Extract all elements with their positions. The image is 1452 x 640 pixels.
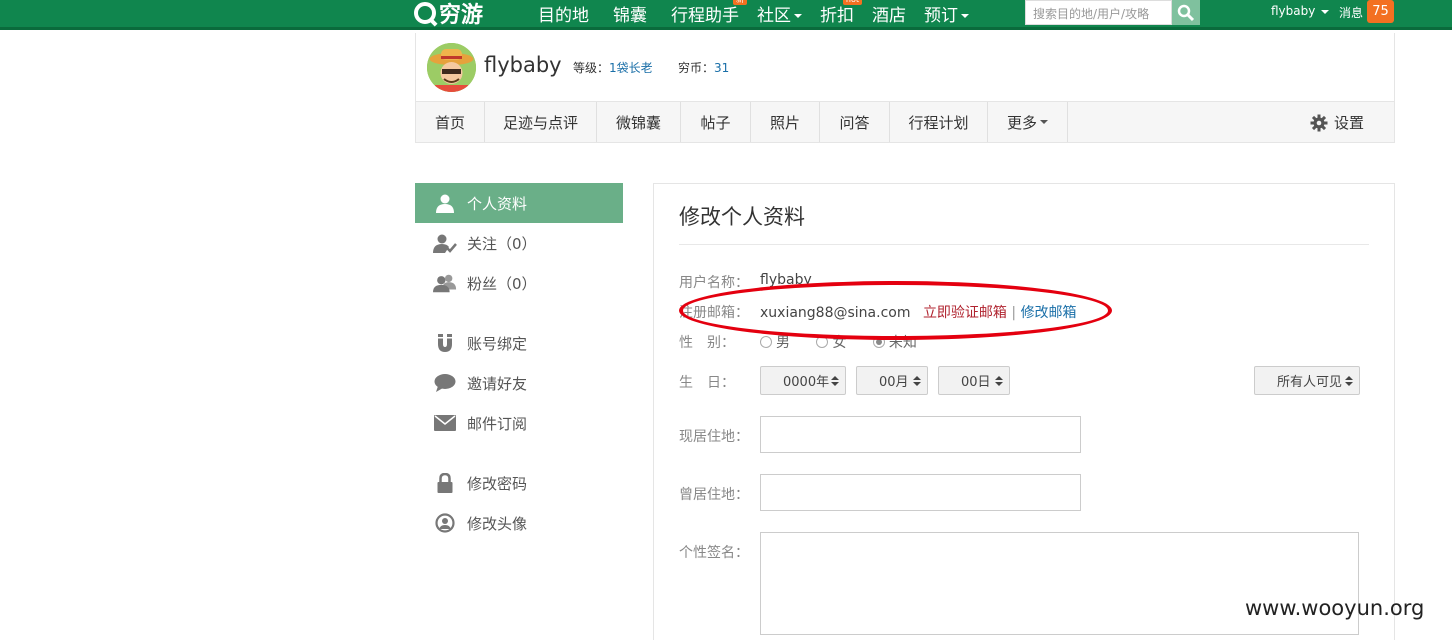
magnet-icon xyxy=(433,331,457,355)
chevron-down-icon xyxy=(961,13,969,18)
sidebar-item-change-avatar[interactable]: 修改头像 xyxy=(415,503,623,543)
birth-month-select[interactable]: 00月 xyxy=(856,366,928,395)
profile-tabs: 首页 足迹与点评 微锦囊 帖子 照片 问答 行程计划 更多 设置 xyxy=(416,101,1394,142)
nav-trip-assistant[interactable]: 行程助手新 xyxy=(671,0,747,26)
gender-options: 男 女 未知 xyxy=(760,332,917,352)
tab-posts[interactable]: 帖子 xyxy=(681,102,751,142)
sidebar-item-account-binding[interactable]: 账号绑定 xyxy=(415,323,623,363)
search-icon xyxy=(1177,4,1195,21)
email-label: 注册邮箱： xyxy=(679,305,749,321)
user-coins: 穷币：31 xyxy=(678,61,730,75)
hot-badge: hot xyxy=(842,0,862,5)
messages-link[interactable]: 消息 xyxy=(1339,4,1363,21)
user-icon xyxy=(433,191,457,215)
avatar-image xyxy=(427,43,476,92)
user-level: 等级：1袋长老 xyxy=(573,61,653,75)
level-value[interactable]: 1袋长老 xyxy=(609,61,653,75)
gender-radio-female[interactable]: 女 xyxy=(816,335,846,351)
nav-guides[interactable]: 锦囊 xyxy=(613,1,647,26)
username-value: flybaby xyxy=(760,272,812,288)
former-residence-input[interactable] xyxy=(760,474,1081,511)
envelope-icon xyxy=(433,411,457,435)
nav-deals[interactable]: 折扣hot xyxy=(820,0,862,26)
username-label: 用户名称： xyxy=(679,275,749,291)
sidebar-item-email-subscription[interactable]: 邮件订阅 xyxy=(415,403,623,443)
birthday-label: 生 日： xyxy=(679,375,735,391)
coins-value[interactable]: 31 xyxy=(714,61,729,75)
gender-radio-male[interactable]: 男 xyxy=(760,335,790,351)
search-input[interactable]: 搜索目的地/用户/攻略 xyxy=(1025,0,1172,25)
main-nav: 目的地 锦囊 行程助手新 社区 折扣hot 酒店 预订 xyxy=(538,0,993,26)
birth-year-select[interactable]: 0000年 xyxy=(760,366,846,395)
watermark: www.wooyun.org xyxy=(1245,596,1425,620)
nav-community[interactable]: 社区 xyxy=(757,1,802,26)
profile-username: flybaby xyxy=(484,53,562,77)
top-navigation-bar: 穷游 目的地 锦囊 行程助手新 社区 折扣hot 酒店 预订 搜索目的地/用户/… xyxy=(0,0,1452,30)
signature-label: 个性签名： xyxy=(679,545,749,561)
settings-link[interactable]: 设置 xyxy=(1310,112,1364,133)
gender-radio-unknown[interactable]: 未知 xyxy=(872,335,917,351)
current-residence-label: 现居住地： xyxy=(679,429,749,445)
speech-bubble-icon xyxy=(433,371,457,395)
select-arrows-icon xyxy=(1345,376,1353,386)
chevron-down-icon xyxy=(1321,9,1330,14)
profile-header: flybaby 等级：1袋长老 穷币：31 首页 足迹与点评 微锦囊 帖子 照片… xyxy=(415,33,1395,143)
birth-day-select[interactable]: 00日 xyxy=(938,366,1010,395)
email-value: xuxiang88@sina.com 立即验证邮箱 | 修改邮箱 xyxy=(760,305,1077,321)
sidebar-item-profile[interactable]: 个人资料 xyxy=(415,183,623,223)
tab-home[interactable]: 首页 xyxy=(416,102,485,142)
sidebar-item-following[interactable]: 关注（0） xyxy=(415,223,623,263)
nav-hotel[interactable]: 酒店 xyxy=(872,1,906,26)
tab-micro-guides[interactable]: 微锦囊 xyxy=(597,102,681,142)
sidebar-item-change-password[interactable]: 修改密码 xyxy=(415,463,623,503)
lock-icon xyxy=(433,471,457,495)
settings-sidebar: 个人资料 关注（0） 粉丝（0） 账号绑定 邀请好友 邮件订阅 修改密码 修改头… xyxy=(415,183,623,543)
tab-footprints[interactable]: 足迹与点评 xyxy=(485,102,597,142)
messages-count-badge[interactable]: 75 xyxy=(1367,0,1394,23)
select-arrows-icon xyxy=(913,376,921,386)
nav-destination[interactable]: 目的地 xyxy=(538,1,589,26)
gender-label: 性 别： xyxy=(679,335,735,351)
logo-text: 穷游 xyxy=(439,3,484,28)
user-check-icon xyxy=(433,231,457,255)
sidebar-item-fans[interactable]: 粉丝（0） xyxy=(415,263,623,303)
logo-q-icon xyxy=(414,2,436,24)
edit-profile-panel: 修改个人资料 用户名称： flybaby 注册邮箱： xuxiang88@sin… xyxy=(653,183,1395,640)
chevron-down-icon xyxy=(1040,120,1048,124)
avatar[interactable] xyxy=(427,43,476,92)
new-badge: 新 xyxy=(733,0,747,5)
tab-qa[interactable]: 问答 xyxy=(820,102,890,142)
user-menu[interactable]: flybaby xyxy=(1271,4,1330,18)
tab-more[interactable]: 更多 xyxy=(988,102,1068,142)
tab-trip-plans[interactable]: 行程计划 xyxy=(890,102,988,142)
nav-booking[interactable]: 预订 xyxy=(924,1,969,26)
tab-photos[interactable]: 照片 xyxy=(751,102,820,142)
former-residence-label: 曾居住地： xyxy=(679,487,749,503)
chevron-down-icon xyxy=(794,13,802,18)
gear-icon xyxy=(1310,114,1328,131)
sidebar-item-invite-friends[interactable]: 邀请好友 xyxy=(415,363,623,403)
avatar-icon xyxy=(433,511,457,535)
users-icon xyxy=(433,271,457,295)
current-residence-input[interactable] xyxy=(760,416,1081,453)
search-button[interactable] xyxy=(1172,0,1200,25)
birthday-visibility-select[interactable]: 所有人可见 xyxy=(1254,366,1360,395)
site-logo[interactable]: 穷游 xyxy=(414,0,484,28)
select-arrows-icon xyxy=(995,376,1003,386)
select-arrows-icon xyxy=(831,376,839,386)
divider xyxy=(679,244,1369,245)
change-email-link[interactable]: 修改邮箱 xyxy=(1021,305,1077,321)
verify-email-link[interactable]: 立即验证邮箱 xyxy=(923,305,1007,321)
page-title: 修改个人资料 xyxy=(679,205,805,229)
